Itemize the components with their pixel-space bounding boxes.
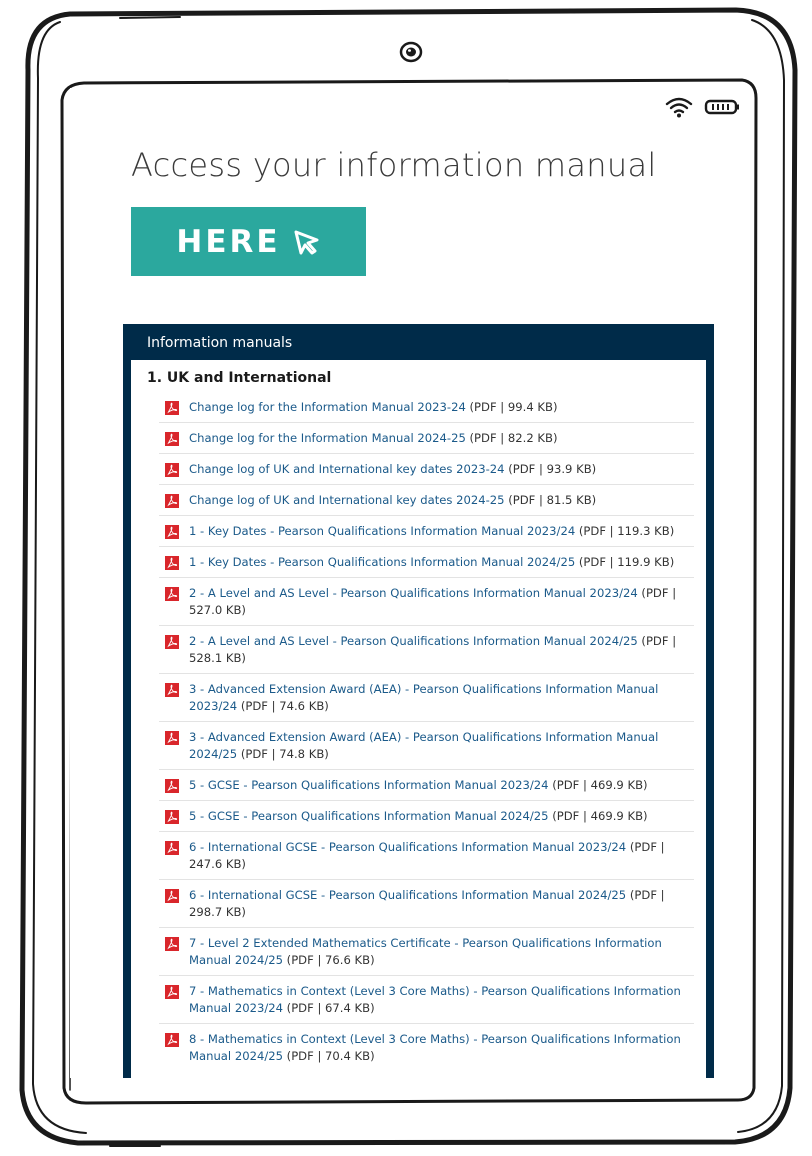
pdf-icon bbox=[165, 525, 179, 539]
document-meta: (PDF | 74.8 KB) bbox=[240, 747, 329, 761]
document-item[interactable]: 5 - GCSE - Pearson Qualifications Inform… bbox=[159, 769, 694, 800]
here-button-label: HERE bbox=[176, 223, 281, 260]
document-link[interactable]: 5 - GCSE - Pearson Qualifications Inform… bbox=[189, 778, 549, 792]
document-link[interactable]: Change log of UK and International key d… bbox=[189, 462, 505, 476]
pdf-icon bbox=[165, 683, 179, 697]
document-meta: (PDF | 469.9 KB) bbox=[552, 809, 648, 823]
status-bar bbox=[664, 96, 742, 118]
document-item[interactable]: 7 - Mathematics in Context (Level 3 Core… bbox=[159, 975, 694, 1023]
document-item[interactable]: 3 - Advanced Extension Award (AEA) - Pea… bbox=[159, 673, 694, 721]
document-link[interactable]: 6 - International GCSE - Pearson Qualifi… bbox=[189, 888, 626, 902]
pdf-icon bbox=[165, 841, 179, 855]
pdf-icon bbox=[165, 494, 179, 508]
pdf-icon bbox=[165, 432, 179, 446]
document-link[interactable]: 5 - GCSE - Pearson Qualifications Inform… bbox=[189, 809, 549, 823]
pdf-icon bbox=[165, 635, 179, 649]
document-item[interactable]: 1 - Key Dates - Pearson Qualifications I… bbox=[159, 515, 694, 546]
pdf-icon bbox=[165, 810, 179, 824]
document-link[interactable]: 7 - Level 2 Extended Mathematics Certifi… bbox=[189, 936, 662, 967]
document-link[interactable]: Change log of UK and International key d… bbox=[189, 493, 505, 507]
wifi-icon bbox=[665, 97, 693, 118]
document-meta: (PDF | 81.5 KB) bbox=[508, 493, 597, 507]
document-meta: (PDF | 99.4 KB) bbox=[469, 400, 558, 414]
section-title: 1. UK and International bbox=[147, 370, 332, 386]
document-item[interactable]: 1 - Key Dates - Pearson Qualifications I… bbox=[159, 546, 694, 577]
camera-icon bbox=[399, 41, 423, 63]
document-link[interactable]: Change log for the Information Manual 20… bbox=[189, 400, 466, 414]
pdf-icon bbox=[165, 463, 179, 477]
panel-title: Information manuals bbox=[147, 335, 293, 351]
document-meta: (PDF | 93.9 KB) bbox=[508, 462, 597, 476]
document-item[interactable]: 8 - Mathematics in Context (Level 3 Core… bbox=[159, 1023, 694, 1071]
document-item[interactable]: Change log of UK and International key d… bbox=[159, 484, 694, 515]
document-link[interactable]: 8 - Mathematics in Context (Level 3 Core… bbox=[189, 1032, 681, 1063]
document-link[interactable]: 2 - A Level and AS Level - Pearson Quali… bbox=[189, 586, 638, 600]
document-item[interactable]: 7 - Level 2 Extended Mathematics Certifi… bbox=[159, 927, 694, 975]
document-meta: (PDF | 67.4 KB) bbox=[286, 1001, 375, 1015]
document-meta: (PDF | 119.9 KB) bbox=[578, 555, 675, 569]
document-meta: (PDF | 469.9 KB) bbox=[552, 778, 648, 792]
document-meta: (PDF | 82.2 KB) bbox=[469, 431, 558, 445]
document-item[interactable]: 2 - A Level and AS Level - Pearson Quali… bbox=[159, 625, 694, 673]
page-headline: Access your information manual bbox=[131, 146, 657, 184]
pdf-icon bbox=[165, 889, 179, 903]
pdf-icon bbox=[165, 731, 179, 745]
pdf-icon bbox=[165, 1033, 179, 1047]
document-item[interactable]: Change log for the Information Manual 20… bbox=[159, 392, 694, 422]
pdf-icon bbox=[165, 556, 179, 570]
pdf-icon bbox=[165, 587, 179, 601]
document-link[interactable]: 1 - Key Dates - Pearson Qualifications I… bbox=[189, 555, 575, 569]
here-button[interactable]: HERE bbox=[131, 207, 366, 276]
pdf-icon bbox=[165, 401, 179, 415]
document-item[interactable]: Change log for the Information Manual 20… bbox=[159, 422, 694, 453]
panel-body: 1. UK and International Change log for t… bbox=[131, 360, 706, 1078]
document-list: Change log for the Information Manual 20… bbox=[159, 392, 694, 1071]
document-meta: (PDF | 76.6 KB) bbox=[286, 953, 375, 967]
document-meta: (PDF | 70.4 KB) bbox=[286, 1049, 375, 1063]
document-link[interactable]: Change log for the Information Manual 20… bbox=[189, 431, 466, 445]
document-link[interactable]: 2 - A Level and AS Level - Pearson Quali… bbox=[189, 634, 638, 648]
pdf-icon bbox=[165, 779, 179, 793]
document-link[interactable]: 7 - Mathematics in Context (Level 3 Core… bbox=[189, 984, 681, 1015]
document-item[interactable]: 3 - Advanced Extension Award (AEA) - Pea… bbox=[159, 721, 694, 769]
document-item[interactable]: Change log of UK and International key d… bbox=[159, 453, 694, 484]
cursor-arrow-icon bbox=[294, 230, 319, 254]
document-item[interactable]: 6 - International GCSE - Pearson Qualifi… bbox=[159, 879, 694, 927]
document-meta: (PDF | 74.6 KB) bbox=[240, 699, 329, 713]
tablet-screen: Access your information manual HERE Info… bbox=[70, 88, 750, 1078]
pdf-icon bbox=[165, 937, 179, 951]
document-link[interactable]: 1 - Key Dates - Pearson Qualifications I… bbox=[189, 524, 575, 538]
document-item[interactable]: 6 - International GCSE - Pearson Qualifi… bbox=[159, 831, 694, 879]
document-item[interactable]: 2 - A Level and AS Level - Pearson Quali… bbox=[159, 577, 694, 625]
document-link[interactable]: 6 - International GCSE - Pearson Qualifi… bbox=[189, 840, 626, 854]
document-item[interactable]: 5 - GCSE - Pearson Qualifications Inform… bbox=[159, 800, 694, 831]
information-manuals-panel: Information manuals 1. UK and Internatio… bbox=[123, 324, 714, 1078]
pdf-icon bbox=[165, 985, 179, 999]
battery-icon bbox=[704, 99, 739, 115]
document-meta: (PDF | 119.3 KB) bbox=[578, 524, 675, 538]
